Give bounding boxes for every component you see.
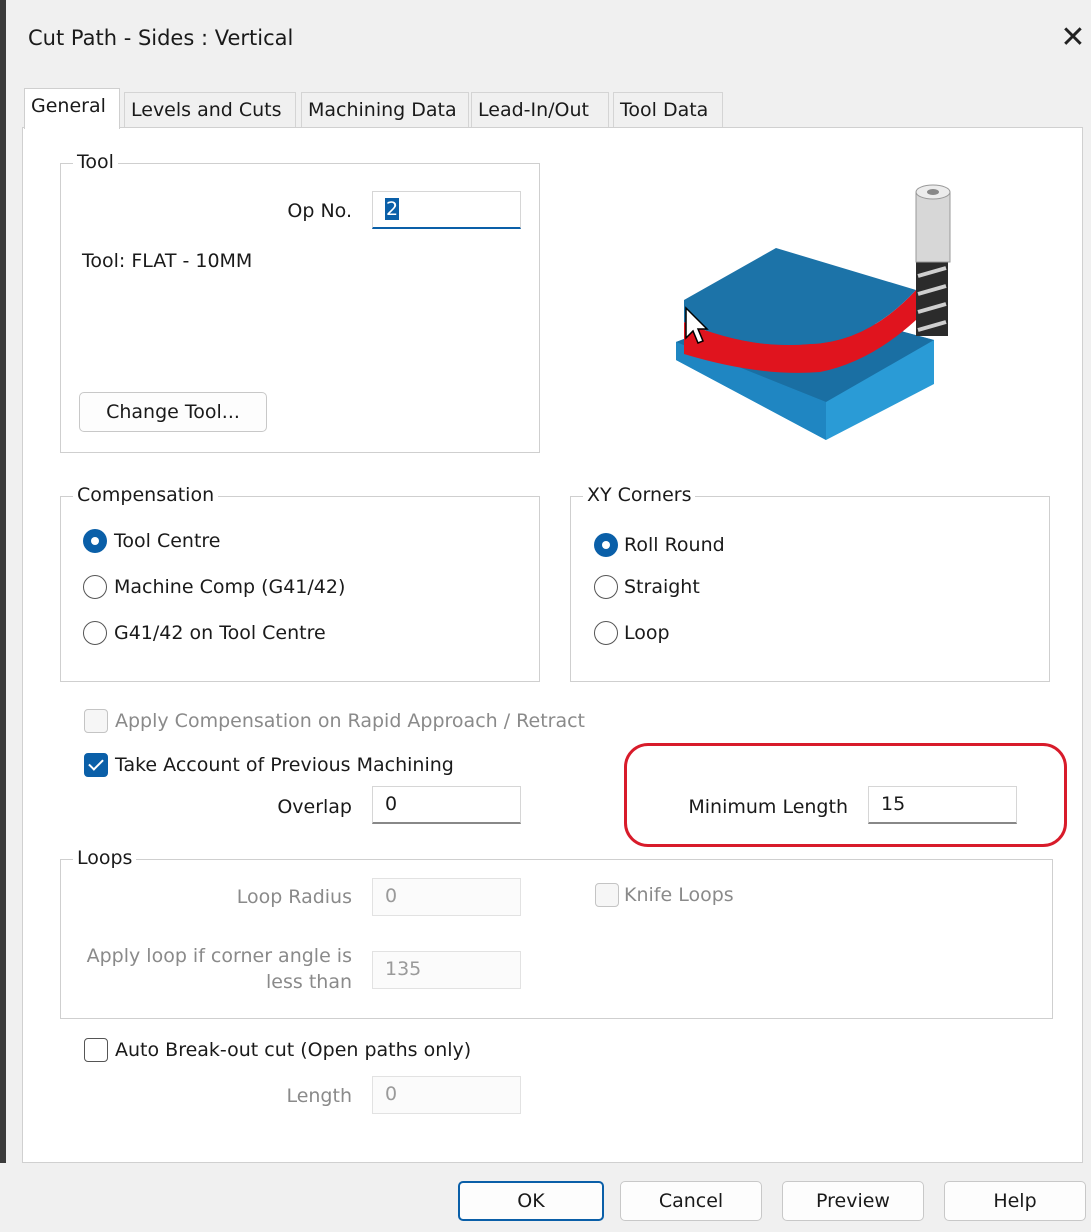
g41-tool-centre-label: G41/42 on Tool Centre: [114, 622, 326, 644]
tab-lead-in-out[interactable]: Lead-In/Out: [471, 92, 609, 128]
straight-label: Straight: [624, 576, 700, 598]
machine-comp-label: Machine Comp (G41/42): [114, 576, 346, 598]
g41-tool-centre-radio[interactable]: [83, 621, 107, 645]
straight-radio[interactable]: [594, 575, 618, 599]
apply-comp-rapid-label: Apply Compensation on Rapid Approach / R…: [115, 710, 586, 732]
loop-label: Loop: [624, 622, 670, 644]
minimum-length-label: Minimum Length: [688, 796, 848, 818]
length-label: Length: [286, 1085, 352, 1107]
tool-centre-label: Tool Centre: [114, 530, 221, 552]
cut-path-illustration: [676, 184, 951, 440]
tab-machining-data[interactable]: Machining Data: [301, 92, 469, 128]
take-account-prev-checkbox[interactable]: [84, 753, 108, 777]
op-no-label: Op No.: [287, 200, 352, 222]
close-icon[interactable]: ✕: [1056, 18, 1090, 58]
corner-angle-label-line1: Apply loop if corner angle is: [86, 945, 352, 967]
overlap-field[interactable]: 0: [372, 786, 521, 824]
take-account-prev-label: Take Account of Previous Machining: [115, 754, 454, 776]
knife-loops-checkbox[interactable]: [595, 883, 619, 907]
machine-comp-radio[interactable]: [83, 575, 107, 599]
xy-corners-group-label: XY Corners: [583, 483, 696, 507]
compensation-group-label: Compensation: [73, 483, 219, 507]
apply-comp-rapid-checkbox[interactable]: [84, 709, 108, 733]
tab-general[interactable]: General: [24, 88, 120, 129]
corner-angle-field[interactable]: 135: [372, 951, 521, 989]
minimum-length-field[interactable]: 15: [868, 786, 1017, 824]
tab-tool-data[interactable]: Tool Data: [613, 92, 723, 128]
loop-radio[interactable]: [594, 621, 618, 645]
ok-button[interactable]: OK: [458, 1181, 604, 1221]
tool-centre-radio[interactable]: [83, 529, 107, 553]
op-no-field[interactable]: 2: [372, 191, 521, 229]
tab-levels-and-cuts[interactable]: Levels and Cuts: [124, 92, 296, 128]
tool-shank: [915, 191, 951, 263]
length-field[interactable]: 0: [372, 1076, 521, 1114]
cancel-button[interactable]: Cancel: [620, 1181, 762, 1221]
auto-breakout-checkbox[interactable]: [84, 1038, 108, 1062]
tool-description: Tool: FLAT - 10MM: [82, 250, 253, 272]
knife-loops-label: Knife Loops: [624, 884, 734, 906]
overlap-label: Overlap: [277, 796, 352, 818]
op-no-value: 2: [385, 198, 400, 220]
preview-button[interactable]: Preview: [782, 1181, 924, 1221]
change-tool-button[interactable]: Change Tool...: [79, 392, 267, 432]
corner-angle-label-line2: less than: [266, 971, 352, 993]
auto-breakout-label: Auto Break-out cut (Open paths only): [115, 1039, 472, 1061]
tool-group-label: Tool: [73, 150, 118, 174]
window-title: Cut Path - Sides : Vertical: [28, 26, 294, 50]
roll-round-label: Roll Round: [624, 534, 725, 556]
help-button[interactable]: Help: [944, 1181, 1086, 1221]
loops-group: Loops: [60, 846, 1053, 1019]
loops-group-label: Loops: [73, 846, 137, 870]
roll-round-radio[interactable]: [594, 533, 618, 557]
loop-radius-field[interactable]: 0: [372, 878, 521, 916]
loop-radius-label: Loop Radius: [236, 886, 352, 908]
